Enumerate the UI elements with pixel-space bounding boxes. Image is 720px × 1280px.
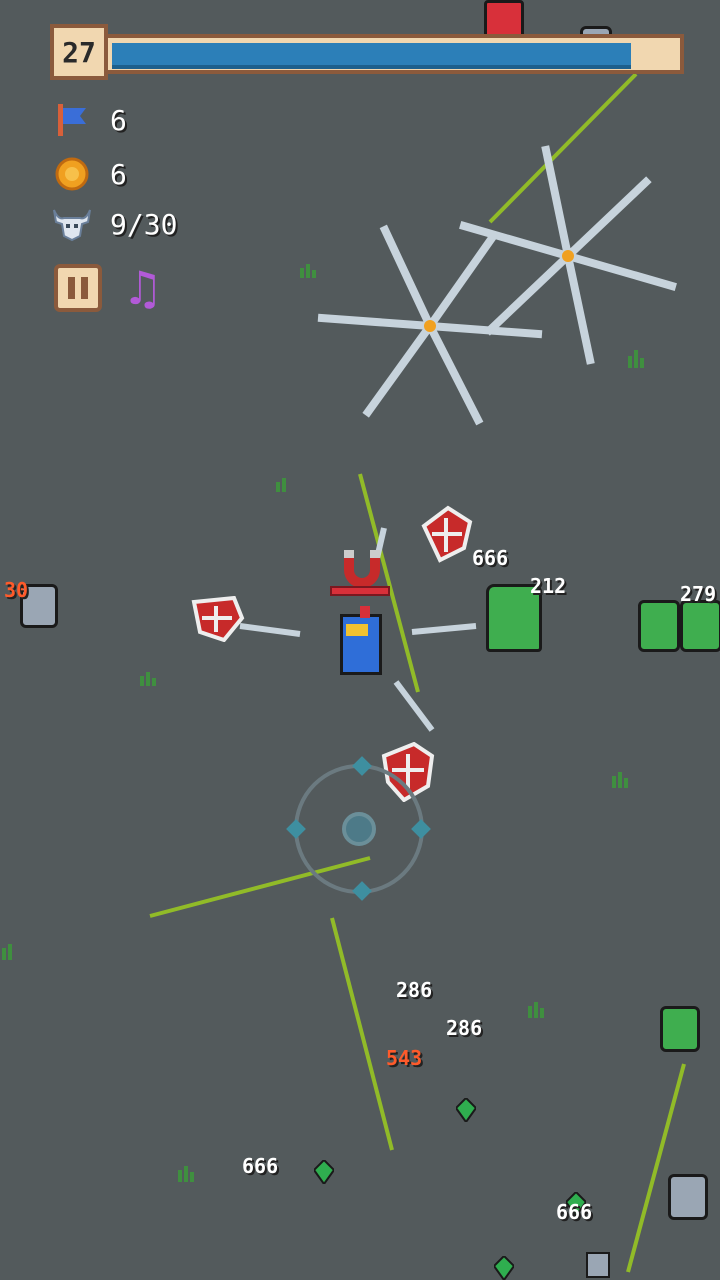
pause-icon	[68, 277, 75, 299]
damage-number: 286	[396, 978, 433, 1002]
player-health-bar	[330, 586, 390, 596]
flag-count: 6	[110, 103, 127, 137]
level-badge: 27	[50, 24, 108, 80]
goblin-enemy	[660, 1006, 700, 1052]
coin-count: 6	[110, 157, 127, 191]
damage-number: 212	[530, 574, 567, 598]
pause-button[interactable]	[54, 264, 102, 312]
coin-icon	[52, 154, 92, 194]
xp-progress-bar	[104, 34, 684, 74]
coin-counter: 6	[52, 154, 127, 194]
skeleton-enemy	[668, 1174, 708, 1220]
damage-number: 666	[242, 1154, 279, 1178]
virtual-joystick[interactable]	[286, 756, 431, 901]
demon-enemy	[484, 0, 524, 38]
critical-damage-number: 30	[4, 578, 29, 602]
skeleton-enemy	[586, 1252, 610, 1278]
joystick-knob[interactable]	[342, 812, 376, 846]
magnet-icon	[344, 550, 380, 586]
damage-number: 279	[680, 582, 717, 606]
flag-counter: 6	[52, 100, 127, 140]
critical-damage-number: 543	[386, 1046, 423, 1070]
level-number: 27	[62, 35, 96, 69]
damage-number: 666	[556, 1200, 593, 1224]
wave-progress: 9/30	[110, 207, 178, 241]
xp-gem-icon	[314, 1160, 334, 1184]
xp-progress-fill	[112, 43, 631, 69]
player-knight	[330, 586, 390, 686]
xp-gem-icon	[456, 1098, 476, 1122]
shield-icon	[421, 505, 473, 563]
banner-flag-icon	[52, 100, 92, 140]
bull-skull-icon	[52, 204, 92, 244]
damage-number: 286	[446, 1016, 483, 1040]
music-note-icon: ♫	[122, 261, 164, 315]
xp-gem-icon	[494, 1256, 514, 1280]
damage-number: 666	[472, 546, 509, 570]
goblin-enemy	[680, 600, 720, 652]
wave-counter: 9/30	[52, 204, 177, 244]
music-toggle-button[interactable]: ♫	[122, 262, 174, 314]
shield-icon	[191, 596, 245, 642]
goblin-enemy	[638, 600, 680, 652]
